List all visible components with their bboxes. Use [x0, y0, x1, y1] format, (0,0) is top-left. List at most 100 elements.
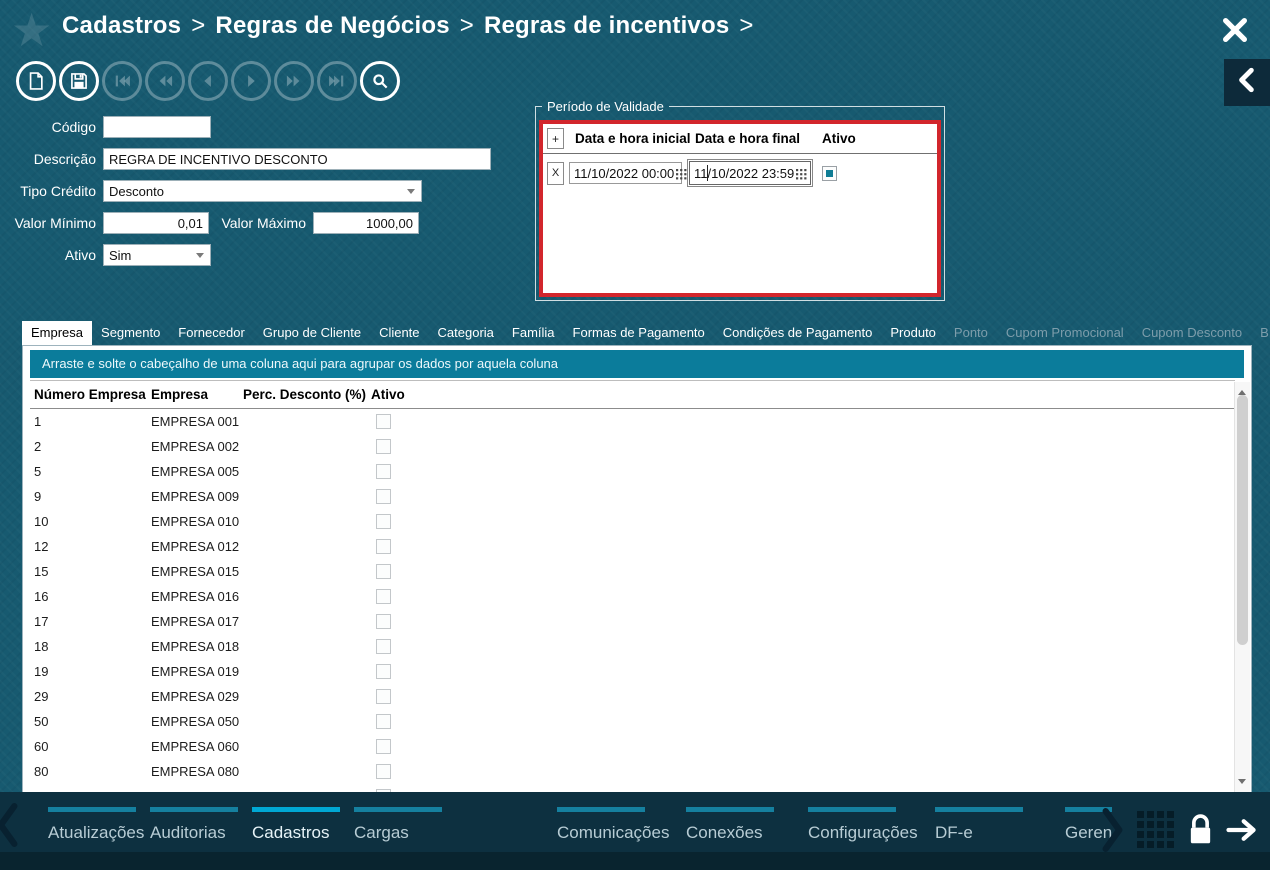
row-ativo-checkbox[interactable]: [376, 539, 391, 554]
column-header-ativo[interactable]: Ativo: [371, 387, 1235, 402]
row-ativo-checkbox[interactable]: [376, 639, 391, 654]
tab-cupom-desconto: Cupom Desconto: [1133, 321, 1251, 345]
tab-condicoes-de-pagamento[interactable]: Condições de Pagamento: [714, 321, 882, 345]
tab-fornecedor[interactable]: Fornecedor: [169, 321, 253, 345]
cell-numero-empresa: 10: [30, 514, 151, 529]
cell-ativo: [371, 539, 1235, 554]
tipo-credito-label: Tipo Crédito: [0, 183, 103, 199]
scroll-up-arrow-icon[interactable]: [1238, 386, 1246, 395]
vertical-scrollbar[interactable]: [1234, 382, 1250, 792]
go-first-button: [102, 61, 142, 101]
table-row: 60EMPRESA 060: [30, 734, 1235, 759]
nav-item-conexoes[interactable]: Conexões: [686, 807, 774, 867]
fast-backward-button: [145, 61, 185, 101]
scrollbar-thumb[interactable]: [1237, 395, 1248, 645]
nav-item-auditorias[interactable]: Auditorias: [150, 807, 238, 867]
valor-minimo-input[interactable]: [103, 212, 209, 234]
row-ativo-checkbox[interactable]: [376, 739, 391, 754]
close-button[interactable]: [1220, 15, 1250, 45]
row-ativo-checkbox[interactable]: [376, 589, 391, 604]
column-header-perc-desconto[interactable]: Perc. Desconto (%): [243, 387, 371, 402]
nav-item-indicator: [557, 807, 645, 812]
cell-numero-empresa: 17: [30, 614, 151, 629]
tab-categoria[interactable]: Categoria: [429, 321, 503, 345]
nav-scroll-right-button[interactable]: [1100, 807, 1126, 853]
collapse-panel-button[interactable]: [1224, 59, 1270, 106]
exit-arrow-button[interactable]: [1226, 816, 1259, 844]
breadcrumb-separator: >: [739, 12, 753, 39]
nav-item-label: Cargas: [354, 823, 442, 843]
nav-item-atualizacoes[interactable]: Atualizações: [48, 807, 136, 867]
tab-grupo-de-cliente[interactable]: Grupo de Cliente: [254, 321, 370, 345]
valor-maximo-input[interactable]: [313, 212, 419, 234]
tab-segmento[interactable]: Segmento: [92, 321, 169, 345]
tipo-credito-select[interactable]: Desconto: [103, 180, 422, 202]
breadcrumb-item[interactable]: Regras de incentivos: [484, 12, 729, 39]
valor-maximo-label: Valor Máximo: [209, 215, 313, 231]
nav-item-indicator: [48, 807, 136, 812]
save-button[interactable]: [59, 61, 99, 101]
row-ativo-checkbox[interactable]: [376, 464, 391, 479]
favorite-star-icon[interactable]: ★: [11, 1, 52, 59]
rewind-icon: [155, 71, 175, 91]
row-ativo-checkbox[interactable]: [376, 614, 391, 629]
nav-item-cargas[interactable]: Cargas: [354, 807, 442, 867]
row-ativo-checkbox[interactable]: [376, 764, 391, 779]
periodo-ativo-checkbox[interactable]: [822, 166, 837, 181]
tab-empresa[interactable]: Empresa: [22, 321, 92, 345]
nav-scroll-left-button[interactable]: [0, 802, 20, 848]
new-record-button[interactable]: [16, 61, 56, 101]
cell-numero-empresa: 29: [30, 689, 151, 704]
periodo-validade-grid: + Data e hora inicial Data e hora final …: [539, 120, 941, 297]
row-ativo-checkbox[interactable]: [376, 514, 391, 529]
date-picker-icon[interactable]: [796, 168, 807, 179]
cell-ativo: [371, 639, 1235, 654]
row-ativo-checkbox[interactable]: [376, 664, 391, 679]
row-ativo-checkbox[interactable]: [376, 564, 391, 579]
table-row: 50EMPRESA 050: [30, 709, 1235, 734]
row-ativo-checkbox[interactable]: [376, 689, 391, 704]
column-header-numero-empresa[interactable]: Número Empresa: [30, 387, 151, 402]
nav-items: AtualizaçõesAuditoriasCadastros Cargas Com…: [48, 807, 1112, 867]
row-ativo-checkbox[interactable]: [376, 714, 391, 729]
tab-familia[interactable]: Família: [503, 321, 564, 345]
row-ativo-checkbox[interactable]: [376, 414, 391, 429]
date-picker-icon[interactable]: [676, 168, 687, 179]
data-inicial-input[interactable]: 11/10/2022 00:00: [569, 162, 682, 184]
cell-empresa: EMPRESA 019: [151, 664, 243, 679]
remove-period-button[interactable]: X: [547, 162, 564, 185]
nav-item-cadastros[interactable]: Cadastros: [252, 807, 340, 867]
data-final-value: 11/10/2022 23:59: [694, 166, 794, 181]
ativo-select[interactable]: Sim: [103, 244, 211, 266]
table-header: Número Empresa Empresa Perc. Desconto (%…: [30, 380, 1235, 409]
toolbar: [16, 61, 400, 101]
data-final-input[interactable]: 11/10/2022 23:59: [689, 161, 811, 185]
chevron-down-icon: [196, 253, 204, 262]
nav-item-df-e[interactable]: DF-e: [935, 807, 1023, 867]
row-ativo-checkbox[interactable]: [376, 489, 391, 504]
tab-cliente[interactable]: Cliente: [370, 321, 428, 345]
row-ativo-checkbox[interactable]: [376, 439, 391, 454]
codigo-input[interactable]: [103, 116, 211, 138]
column-header-empresa[interactable]: Empresa: [151, 387, 243, 402]
lock-button[interactable]: [1186, 813, 1215, 847]
apps-grid-button[interactable]: [1137, 811, 1175, 849]
cell-numero-empresa: 12: [30, 539, 151, 554]
valor-minimo-label: Valor Mínimo: [0, 215, 103, 231]
add-period-button[interactable]: +: [547, 128, 564, 149]
tab-produto[interactable]: Produto: [881, 321, 945, 345]
tab-formas-de-pagamento[interactable]: Formas de Pagamento: [564, 321, 714, 345]
descricao-input[interactable]: [103, 148, 491, 170]
nav-item-label: DF-e: [935, 823, 1023, 843]
breadcrumb-item[interactable]: Cadastros: [62, 12, 181, 39]
table-row: 16EMPRESA 016: [30, 584, 1235, 609]
last-icon: [327, 71, 347, 91]
scroll-down-arrow-icon[interactable]: [1238, 779, 1246, 788]
nav-item-indicator: [686, 807, 774, 812]
breadcrumb-item[interactable]: Regras de Negócios: [215, 12, 449, 39]
nav-item-indicator: [808, 807, 896, 812]
nav-item-comunicacoes[interactable]: Comunicações: [557, 807, 645, 867]
nav-item-configuracoes[interactable]: Configurações: [808, 807, 896, 867]
search-button[interactable]: [360, 61, 400, 101]
cell-empresa: EMPRESA 005: [151, 464, 243, 479]
